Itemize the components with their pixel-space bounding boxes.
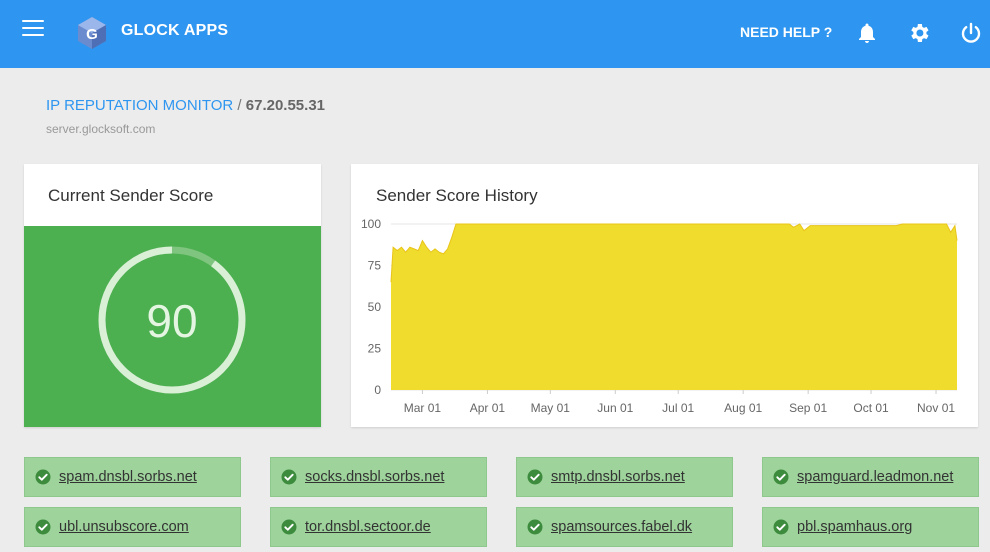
top-bar: G GLOCK APPS NEED HELP ? [0,0,990,68]
breadcrumb-ip: 67.20.55.31 [245,97,326,114]
x-tick-label: Jul 01 [662,401,694,415]
need-help-link[interactable]: NEED HELP ? [740,24,832,40]
blacklist-name[interactable]: spamsources.fabel.dk [551,519,692,535]
hostname-label: server.glocksoft.com [46,122,156,136]
glock-logo[interactable]: G [76,16,108,50]
check-circle-icon [773,469,789,485]
power-icon[interactable] [959,21,983,45]
blacklist-name[interactable]: ubl.unsubscore.com [59,519,189,535]
blacklist-item[interactable]: ubl.unsubscore.com [24,507,241,547]
x-tick-label: Nov 01 [917,401,955,415]
breadcrumb-section-link[interactable]: IP REPUTATION MONITOR [46,97,233,114]
y-tick-label: 75 [368,259,382,273]
score-history-card: Sender Score History 0 25 50 75 100 Mar 01 Apr… [351,164,978,427]
check-circle-icon [527,469,543,485]
check-circle-icon [35,469,51,485]
blacklist-name[interactable]: spam.dnsbl.sorbs.net [59,469,197,485]
score-history-chart: 0 25 50 75 100 Mar 01 Apr 01 May 01 Jun 01 Jul 01… [361,217,958,415]
score-panel: 90 [24,226,321,427]
x-tick-label: Mar 01 [404,401,442,415]
x-tick-label: Oct 01 [853,401,889,415]
blacklist-item[interactable]: tor.dnsbl.sectoor.de [270,507,487,547]
x-tick-label: Apr 01 [470,401,506,415]
svg-text:G: G [86,26,98,43]
x-tick-label: Aug 01 [724,401,762,415]
breadcrumb-separator: / [237,97,242,114]
blacklist-item[interactable]: pbl.spamhaus.org [762,507,979,547]
blacklist-item[interactable]: spam.dnsbl.sorbs.net [24,457,241,497]
score-value: 90 [146,295,197,347]
check-circle-icon [773,519,789,535]
history-area [391,224,957,390]
y-tick-label: 100 [361,217,381,231]
blacklist-name[interactable]: spamguard.leadmon.net [797,469,953,485]
check-circle-icon [35,519,51,535]
blacklist-name[interactable]: smtp.dnsbl.sorbs.net [551,469,685,485]
app-title[interactable]: GLOCK APPS [121,22,228,40]
blacklist-item[interactable]: spamsources.fabel.dk [516,507,733,547]
blacklist-item[interactable]: spamguard.leadmon.net [762,457,979,497]
blacklist-name[interactable]: socks.dnsbl.sorbs.net [305,469,444,485]
score-gauge: 90 [98,246,246,394]
x-tick-label: May 01 [531,401,571,415]
y-tick-label: 0 [374,383,381,397]
blacklist-item[interactable]: smtp.dnsbl.sorbs.net [516,457,733,497]
y-tick-label: 50 [368,300,382,314]
bell-icon[interactable] [855,21,879,45]
gear-icon[interactable] [907,21,931,45]
x-tick-label: Sep 01 [789,401,827,415]
check-circle-icon [527,519,543,535]
check-circle-icon [281,519,297,535]
check-circle-icon [281,469,297,485]
blacklist-name[interactable]: pbl.spamhaus.org [797,519,912,535]
menu-icon[interactable] [22,20,44,36]
breadcrumb: IP REPUTATION MONITOR / 67.20.55.31 [46,97,325,114]
blacklist-item[interactable]: socks.dnsbl.sorbs.net [270,457,487,497]
current-score-card: Current Sender Score 90 [24,164,321,427]
blacklist-name[interactable]: tor.dnsbl.sectoor.de [305,519,431,535]
x-tick-label: Jun 01 [597,401,633,415]
y-tick-label: 25 [368,342,382,356]
current-score-title: Current Sender Score [48,186,214,205]
